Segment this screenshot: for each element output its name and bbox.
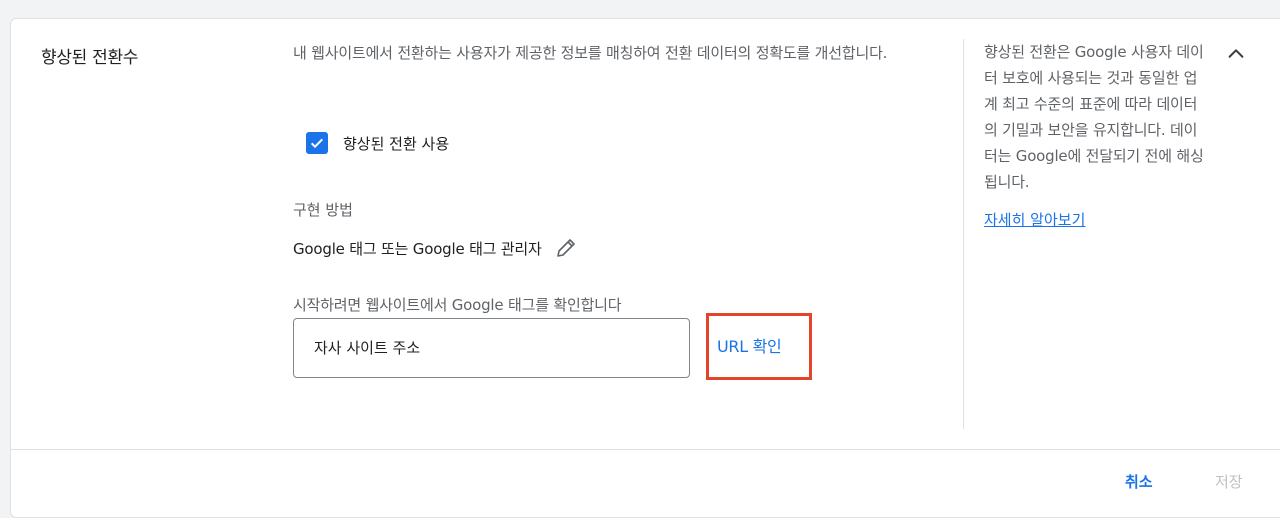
help-text: 향상된 전환은 Google 사용자 데이터 보호에 사용되는 것과 동일한 업… [984, 43, 1204, 191]
implementation-value-row: Google 태그 또는 Google 태그 관리자 [293, 236, 578, 260]
pencil-icon[interactable] [554, 236, 578, 260]
url-check-button[interactable]: URL 확인 [717, 333, 782, 357]
vertical-divider [963, 39, 964, 429]
url-check-label: 시작하려면 웹사이트에서 Google 태그를 확인합니다 [293, 296, 622, 314]
cancel-button[interactable]: 취소 [1125, 471, 1153, 492]
section-description: 내 웹사이트에서 전환하는 사용자가 제공한 정보를 매칭하여 전환 데이터의 … [293, 44, 888, 62]
save-button[interactable]: 저장 [1215, 471, 1243, 492]
enhanced-conversions-checkbox-row[interactable]: 향상된 전환 사용 [306, 132, 449, 154]
implementation-value: Google 태그 또는 Google 태그 관리자 [293, 239, 542, 258]
site-url-input[interactable] [293, 318, 690, 378]
footer-divider [11, 449, 1280, 450]
section-title: 향상된 전환수 [41, 48, 139, 68]
check-icon [310, 138, 324, 149]
implementation-label: 구현 방법 [293, 201, 353, 219]
learn-more-link[interactable]: 자세히 알아보기 [984, 209, 1085, 230]
enhanced-conversions-checkbox[interactable] [306, 132, 328, 154]
enhanced-conversions-card: 향상된 전환수 내 웹사이트에서 전환하는 사용자가 제공한 정보를 매칭하여 … [10, 18, 1280, 518]
checkbox-label: 향상된 전환 사용 [343, 134, 450, 153]
chevron-up-icon[interactable] [1223, 41, 1249, 67]
